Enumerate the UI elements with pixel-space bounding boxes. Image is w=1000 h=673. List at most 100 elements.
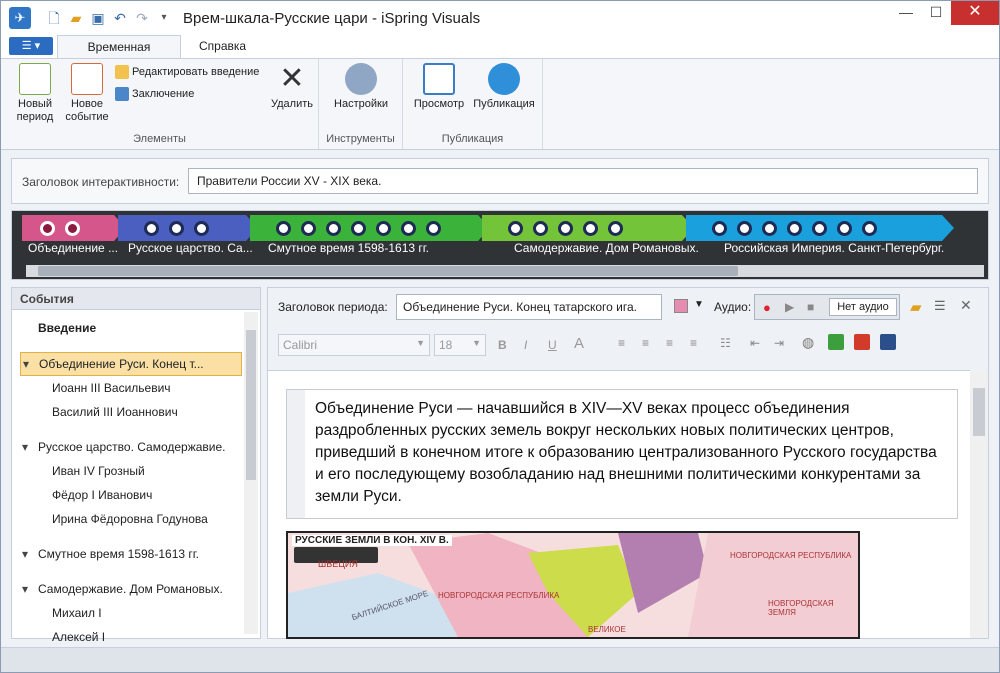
timeline-event-dot[interactable]	[508, 221, 523, 236]
timeline-band[interactable]	[686, 215, 954, 241]
tab-help[interactable]: Справка	[187, 35, 258, 59]
drag-handle[interactable]	[287, 390, 305, 518]
new-event-button[interactable]: Новое событие	[63, 63, 111, 124]
event-list-item[interactable]: ▾ Объединение Руси. Конец т...	[20, 352, 242, 376]
period-title-input[interactable]: Объединение Руси. Конец татарского ига.	[396, 294, 662, 320]
timeline-band-label[interactable]: Российская Империя. Санкт-Петербург.	[724, 241, 944, 255]
event-list-item[interactable]: Иоанн III Васильевич	[12, 376, 244, 400]
timeline-event-dot[interactable]	[426, 221, 441, 236]
period-color-swatch[interactable]	[674, 299, 688, 313]
timeline-event-dot[interactable]	[583, 221, 598, 236]
redo-icon[interactable]: ↷	[133, 9, 151, 27]
settings-button[interactable]: Настройки	[329, 63, 393, 111]
event-list-item[interactable]: ▾ Самодержавие. Дом Романовых.	[12, 577, 244, 601]
new-file-icon[interactable]: 🗋	[45, 9, 63, 27]
document-scroll-thumb[interactable]	[973, 388, 985, 436]
event-list-item[interactable]: Василий III Иоаннович	[12, 400, 244, 424]
timeline-event-dot[interactable]	[40, 221, 55, 236]
events-scroll-thumb[interactable]	[246, 330, 256, 480]
play-icon[interactable]: ▶	[785, 300, 794, 314]
timeline-event-dot[interactable]	[762, 221, 777, 236]
open-folder-icon[interactable]: ▰	[67, 9, 85, 27]
new-period-button[interactable]: Новый период	[13, 63, 57, 124]
timeline-event-dot[interactable]	[558, 221, 573, 236]
folder-audio-icon[interactable]: ▰	[910, 298, 922, 316]
record-icon[interactable]: ●	[763, 300, 771, 315]
timeline-event-dot[interactable]	[737, 221, 752, 236]
timeline-event-dot[interactable]	[608, 221, 623, 236]
justify-icon[interactable]: ≡	[690, 336, 697, 350]
link-icon[interactable]: ◍	[802, 334, 814, 351]
timeline-band[interactable]	[482, 215, 694, 241]
timeline-band-label[interactable]: Смутное время 1598-1613 гг.	[268, 241, 429, 255]
map-image[interactable]: РУССКИЕ ЗЕМЛИ В КОН. XIV В. ШВЕЦИЯ БАЛТИ…	[286, 531, 860, 639]
interactivity-title-input[interactable]: Правители России XV - XIX века.	[188, 168, 978, 194]
timeline-event-dot[interactable]	[351, 221, 366, 236]
minimize-button[interactable]: —	[891, 1, 921, 25]
timeline-band-label[interactable]: Самодержавие. Дом Романовых.	[514, 241, 699, 255]
italic-icon[interactable]: I	[524, 338, 527, 352]
undo-icon[interactable]: ↶	[111, 9, 129, 27]
expand-arrow-icon[interactable]: ▾	[22, 577, 28, 601]
expand-arrow-icon[interactable]: ▾	[22, 542, 28, 566]
notes-icon[interactable]: ☰	[934, 298, 946, 314]
document-scrollbar[interactable]	[970, 370, 988, 638]
timeline-band[interactable]	[118, 215, 258, 241]
timeline-event-dot[interactable]	[862, 221, 877, 236]
event-list-item[interactable]: Алексей I	[12, 625, 244, 649]
flash-icon[interactable]	[854, 334, 870, 350]
event-list-item[interactable]: ▾ Смутное время 1598-1613 гг.	[12, 542, 244, 566]
color-dropdown-icon[interactable]: ▼	[694, 299, 704, 310]
underline-icon[interactable]: U	[548, 338, 557, 352]
video-icon[interactable]	[880, 334, 896, 350]
save-icon[interactable]: ▣	[89, 9, 107, 27]
conclusion-button[interactable]: Заключение	[115, 87, 194, 101]
font-color-icon[interactable]: A	[574, 335, 584, 352]
event-list-item[interactable]: Михаил I	[12, 601, 244, 625]
delete-audio-icon[interactable]: ✕	[960, 297, 972, 314]
expand-arrow-icon[interactable]: ▾	[23, 353, 29, 375]
timeline-event-dot[interactable]	[301, 221, 316, 236]
timeline-event-dot[interactable]	[194, 221, 209, 236]
timeline-band-label[interactable]: Объединение ...	[28, 241, 118, 255]
align-right-icon[interactable]: ≡	[666, 336, 673, 350]
timeline-event-dot[interactable]	[276, 221, 291, 236]
timeline-event-dot[interactable]	[326, 221, 341, 236]
file-menu-button[interactable]: ☰ ▾	[9, 37, 53, 55]
timeline-event-dot[interactable]	[812, 221, 827, 236]
description-block[interactable]: Объединение Руси — начавшийся в XIV—XV в…	[286, 389, 958, 519]
timeline-event-dot[interactable]	[787, 221, 802, 236]
customize-arrow-icon[interactable]: ▾	[155, 9, 173, 27]
document-area[interactable]: Объединение Руси — начавшийся в XIV—XV в…	[268, 370, 970, 639]
align-center-icon[interactable]: ≡	[642, 336, 649, 350]
description-text[interactable]: Объединение Руси — начавшийся в XIV—XV в…	[315, 398, 945, 508]
font-family-select[interactable]: Calibri ▼	[278, 334, 430, 356]
timeline-band[interactable]	[22, 215, 126, 241]
timeline-event-dot[interactable]	[837, 221, 852, 236]
timeline-event-dot[interactable]	[65, 221, 80, 236]
maximize-button[interactable]: ☐	[921, 1, 951, 25]
close-button[interactable]: ✕	[951, 1, 999, 25]
delete-button[interactable]: ✕ Удалить	[269, 63, 315, 111]
timeline-scroll-thumb[interactable]	[38, 266, 738, 276]
align-left-icon[interactable]: ≡	[618, 336, 625, 350]
timeline-event-dot[interactable]	[533, 221, 548, 236]
event-list-item[interactable]: ▾ Русское царство. Самодержавие.	[12, 435, 244, 459]
timeline-event-dot[interactable]	[376, 221, 391, 236]
timeline-scrollbar[interactable]	[26, 265, 984, 277]
event-list-item[interactable]: Фёдор I Иванович	[12, 483, 244, 507]
timeline-event-dot[interactable]	[712, 221, 727, 236]
publish-button[interactable]: Публикация	[469, 63, 539, 111]
font-size-select[interactable]: 18 ▼	[434, 334, 486, 356]
list-icon[interactable]: ☷	[720, 336, 731, 350]
event-list-item[interactable]: Ирина Фёдоровна Годунова	[12, 507, 244, 531]
expand-arrow-icon[interactable]: ▾	[22, 435, 28, 459]
indent-icon[interactable]: ⇥	[774, 336, 784, 350]
events-scrollbar[interactable]	[244, 312, 258, 634]
preview-button[interactable]: Просмотр	[411, 63, 467, 111]
bold-icon[interactable]: B	[498, 338, 507, 352]
timeline-band[interactable]	[250, 215, 490, 241]
image-icon[interactable]	[828, 334, 844, 350]
timeline-event-dot[interactable]	[169, 221, 184, 236]
edit-intro-button[interactable]: Редактировать введение	[115, 65, 259, 79]
